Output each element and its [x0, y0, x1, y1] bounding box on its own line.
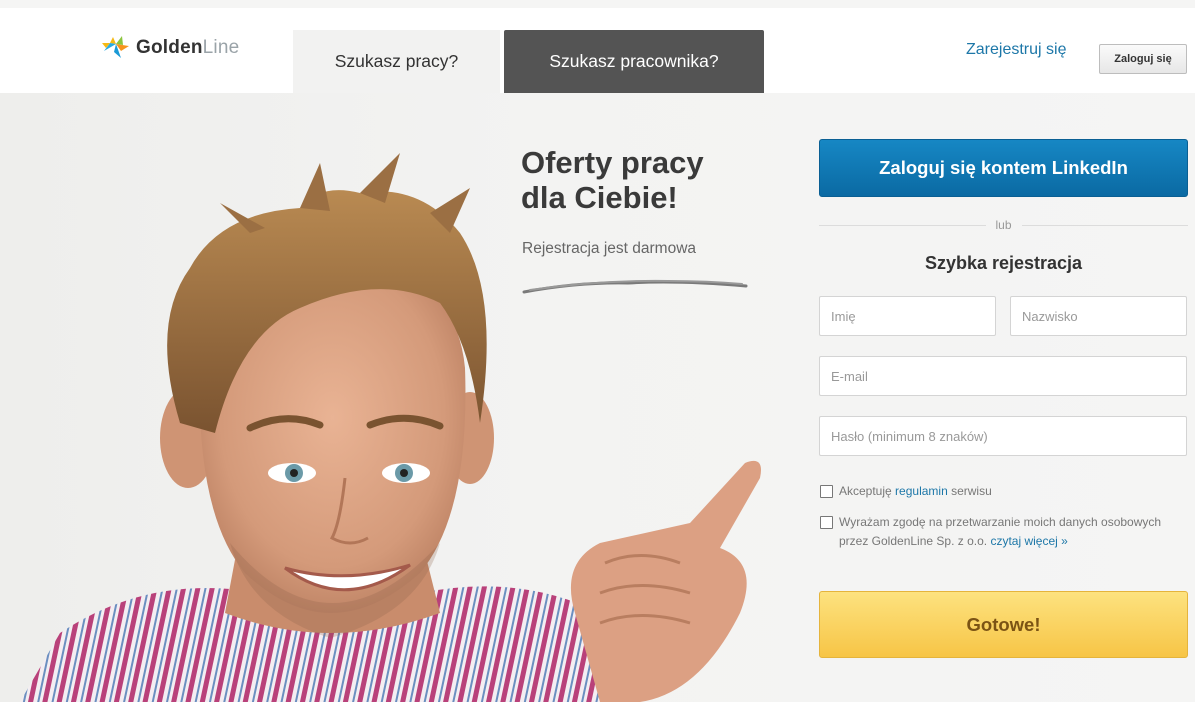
submit-button[interactable]: Gotowe! [819, 591, 1188, 658]
login-button[interactable]: Zaloguj się [1099, 44, 1187, 74]
terms-text-before: Akceptuję [839, 484, 896, 498]
hero-headline: Oferty pracy dla Ciebie! [521, 145, 771, 215]
read-more-link[interactable]: czytaj więcej » [990, 534, 1067, 548]
linkedin-login-button[interactable]: Zaloguj się kontem LinkedIn [819, 139, 1188, 197]
goldenline-logo[interactable]: GoldenLine [100, 34, 239, 62]
hero-headline-line2: dla Ciebie! [521, 180, 678, 215]
last-name-field[interactable] [1010, 296, 1187, 336]
logo-line-text: Line [202, 37, 240, 58]
hero-headline-line1: Oferty pracy [521, 145, 704, 180]
data-consent-checkbox[interactable] [820, 516, 833, 529]
pencil-underline-icon [522, 279, 748, 294]
logo-wordmark: GoldenLine [136, 37, 239, 59]
or-label: lub [995, 218, 1012, 232]
or-line-right [1021, 224, 1189, 226]
terms-checkbox[interactable] [820, 485, 833, 498]
terms-text-after: serwisu [947, 484, 992, 498]
terms-link[interactable]: regulamin [895, 484, 948, 498]
data-consent-label: Wyrażam zgodę na przetwarzanie moich dan… [839, 513, 1184, 551]
goldenline-logo-icon [102, 36, 129, 58]
registration-title: Szybka rejestracja [924, 253, 1083, 273]
register-link[interactable]: Zarejestruj się [966, 41, 1066, 59]
password-field[interactable] [819, 416, 1187, 456]
tab-job-seeker[interactable]: Szukasz pracy? [293, 30, 500, 93]
email-field[interactable] [819, 356, 1187, 396]
logo-golden-text: Golden [136, 37, 203, 58]
or-line-left [819, 224, 986, 226]
first-name-field[interactable] [819, 296, 996, 336]
hero-subline: Rejestracja jest darmowa [522, 240, 697, 257]
tab-employer[interactable]: Szukasz pracownika? [504, 30, 764, 93]
or-divider: lub [819, 216, 1189, 234]
top-header: GoldenLine Szukasz pracy? Szukasz pracow… [0, 8, 1195, 93]
terms-label: Akceptuję regulamin serwisu [839, 482, 992, 501]
